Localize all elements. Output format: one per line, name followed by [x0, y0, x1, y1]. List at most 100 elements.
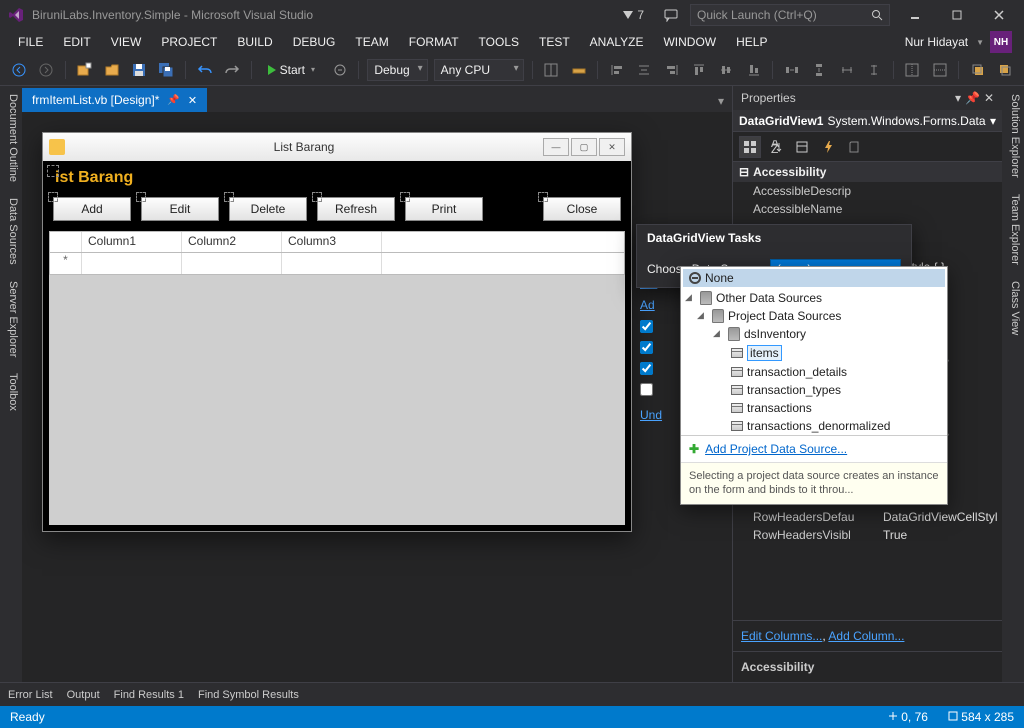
user-area[interactable]: Nur Hidayat ▼ NH [905, 31, 1016, 53]
menu-window[interactable]: WINDOW [653, 33, 726, 51]
delete-button[interactable]: Delete [229, 197, 307, 221]
tab-error-list[interactable]: Error List [8, 689, 53, 701]
form-close-button[interactable]: ✕ [599, 138, 625, 156]
behind-add[interactable]: Ad [640, 298, 662, 312]
tree-other-sources[interactable]: Other Data Sources [681, 289, 947, 307]
behind-undo[interactable]: Und [640, 408, 662, 422]
rail-solution-explorer[interactable]: Solution Explorer [1002, 86, 1024, 186]
align-middle-icon[interactable] [716, 59, 737, 81]
form-window[interactable]: List Barang — ▢ ✕ ist Barang Add Edit De… [42, 132, 632, 532]
refresh-button[interactable]: Refresh [317, 197, 395, 221]
menu-build[interactable]: BUILD [227, 33, 282, 51]
panel-dropdown-icon[interactable]: ▾ [955, 91, 961, 105]
tree-dataset[interactable]: dsInventory [681, 325, 947, 343]
tree-table-items[interactable]: items [681, 343, 947, 363]
tree-project-sources[interactable]: Project Data Sources [681, 307, 947, 325]
category-accessibility[interactable]: ⊟Accessibility [733, 162, 1002, 182]
expander-icon[interactable] [715, 330, 724, 339]
document-tab[interactable]: frmItemList.vb [Design]* 📌 ✕ [22, 88, 207, 112]
rail-data-sources[interactable]: Data Sources [0, 190, 22, 273]
size-v-icon[interactable] [863, 59, 884, 81]
save-button[interactable] [128, 59, 149, 81]
tree-table-transaction-details[interactable]: transaction_details [681, 363, 947, 381]
expander-icon[interactable] [699, 312, 708, 321]
grid-col-1[interactable]: Column1 [82, 232, 182, 252]
menu-edit[interactable]: EDIT [53, 33, 100, 51]
new-project-button[interactable] [74, 59, 95, 81]
feedback-icon[interactable] [660, 4, 682, 26]
layout-icon-1[interactable] [541, 59, 562, 81]
menu-project[interactable]: PROJECT [151, 33, 227, 51]
edit-button[interactable]: Edit [141, 197, 219, 221]
size-h-icon[interactable] [836, 59, 857, 81]
properties-button[interactable] [791, 136, 813, 158]
nav-back-button[interactable] [8, 59, 29, 81]
menu-team[interactable]: TEAM [345, 33, 398, 51]
menu-file[interactable]: FILE [8, 33, 53, 51]
menu-analyze[interactable]: ANALYZE [580, 33, 654, 51]
center-v-icon[interactable] [929, 59, 950, 81]
print-button[interactable]: Print [405, 197, 483, 221]
bring-front-icon[interactable] [967, 59, 988, 81]
grid-cell[interactable] [82, 253, 182, 274]
object-selector[interactable]: DataGridView1 System.Windows.Forms.Data … [733, 110, 1002, 132]
align-bottom-icon[interactable] [743, 59, 764, 81]
behind-check-3[interactable] [640, 362, 653, 375]
tab-find-symbol-results[interactable]: Find Symbol Results [198, 689, 299, 701]
step-button[interactable] [329, 59, 350, 81]
tree-none[interactable]: None [683, 269, 945, 287]
tree-table-transactions[interactable]: transactions [681, 399, 947, 417]
grid-new-row[interactable]: * [49, 253, 625, 275]
rail-document-outline[interactable]: Document Outline [0, 86, 22, 190]
align-right-icon[interactable] [661, 59, 682, 81]
datagridview[interactable]: Column1 Column2 Column3 * [49, 231, 625, 525]
tabs-overflow-button[interactable]: ▾ [710, 90, 732, 112]
platform-combo[interactable]: Any CPU [434, 59, 524, 81]
align-center-h-icon[interactable] [634, 59, 655, 81]
add-column-link[interactable]: Add Column... [828, 629, 904, 643]
layout-icon-2[interactable] [568, 59, 589, 81]
tab-close-icon[interactable]: ✕ [188, 94, 197, 107]
start-debug-button[interactable]: Start ▾ [260, 61, 323, 79]
behind-check-1[interactable] [640, 320, 653, 333]
vspace-icon[interactable] [809, 59, 830, 81]
notifications[interactable]: 7 [623, 8, 644, 22]
save-all-button[interactable] [156, 59, 177, 81]
grid-cell[interactable] [282, 253, 382, 274]
grid-body[interactable] [49, 275, 625, 525]
form-minimize-button[interactable]: — [543, 138, 569, 156]
minimize-button[interactable] [898, 4, 932, 26]
align-top-icon[interactable] [688, 59, 709, 81]
grid-cell[interactable] [182, 253, 282, 274]
menu-view[interactable]: VIEW [101, 33, 152, 51]
form-designer[interactable]: List Barang — ▢ ✕ ist Barang Add Edit De… [22, 112, 732, 682]
menu-format[interactable]: FORMAT [399, 33, 469, 51]
add-project-datasource-link[interactable]: Add Project Data Source... [705, 442, 847, 456]
expander-icon[interactable] [687, 294, 696, 303]
events-button[interactable] [817, 136, 839, 158]
menu-test[interactable]: TEST [529, 33, 580, 51]
alphabetical-button[interactable]: AZ [765, 136, 787, 158]
undo-button[interactable] [194, 59, 215, 81]
tab-output[interactable]: Output [67, 689, 100, 701]
behind-check-4[interactable] [640, 383, 653, 396]
grid-corner[interactable] [50, 232, 82, 252]
redo-button[interactable] [221, 59, 242, 81]
tree-table-transactions-denorm[interactable]: transactions_denormalized [681, 417, 947, 435]
tab-pin-icon[interactable]: 📌 [167, 95, 179, 106]
close-button[interactable] [982, 4, 1016, 26]
config-combo[interactable]: Debug [367, 59, 427, 81]
grid-col-2[interactable]: Column2 [182, 232, 282, 252]
rail-server-explorer[interactable]: Server Explorer [0, 273, 22, 365]
property-pages-button[interactable] [843, 136, 865, 158]
send-back-icon[interactable] [995, 59, 1016, 81]
center-h-icon[interactable] [902, 59, 923, 81]
align-left-icon[interactable] [606, 59, 627, 81]
add-button[interactable]: Add [53, 197, 131, 221]
rail-team-explorer[interactable]: Team Explorer [1002, 186, 1024, 273]
menu-debug[interactable]: DEBUG [283, 33, 346, 51]
tree-table-transaction-types[interactable]: transaction_types [681, 381, 947, 399]
categorized-button[interactable] [739, 136, 761, 158]
form-close-action-button[interactable]: Close [543, 197, 621, 221]
quick-launch-input[interactable]: Quick Launch (Ctrl+Q) [690, 4, 890, 26]
